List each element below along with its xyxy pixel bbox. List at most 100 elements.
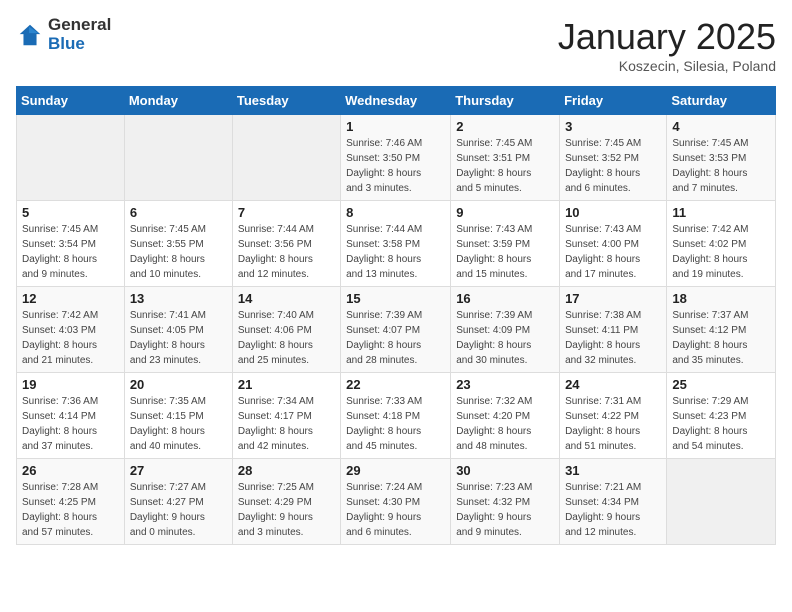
day-number: 6 — [130, 205, 227, 220]
day-cell: 30Sunrise: 7:23 AMSunset: 4:32 PMDayligh… — [451, 459, 560, 545]
day-number: 25 — [672, 377, 770, 392]
day-detail: Sunrise: 7:46 AMSunset: 3:50 PMDaylight:… — [346, 136, 445, 196]
day-cell: 1 Sunrise: 7:46 AMSunset: 3:50 PMDaylight… — [341, 115, 451, 201]
day-number: 4 — [672, 119, 770, 134]
header-thursday: Thursday — [451, 87, 560, 115]
day-detail: Sunrise: 7:40 AMSunset: 4:06 PMDaylight:… — [238, 308, 335, 368]
day-cell: 28 Sunrise: 7:25 AMSunset: 4:29 PMDayligh… — [232, 459, 340, 545]
day-detail: Sunrise: 7:39 AMSunset: 4:09 PMDaylight:… — [456, 308, 554, 368]
day-cell: 14Sunrise: 7:40 AMSunset: 4:06 PMDayligh… — [232, 287, 340, 373]
day-number: 12 — [22, 291, 119, 306]
day-detail: Sunrise: 7:42 AMSunset: 4:03 PMDaylight:… — [22, 308, 119, 368]
day-detail: Sunrise: 7:37 AMSunset: 4:12 PMDaylight:… — [672, 308, 770, 368]
day-detail: Sunrise: 7:44 AMSunset: 3:58 PMDaylight:… — [346, 222, 445, 282]
day-number: 20 — [130, 377, 227, 392]
day-cell: 9 Sunrise: 7:43 AMSunset: 3:59 PMDaylight… — [451, 201, 560, 287]
day-detail: Sunrise: 7:41 AMSunset: 4:05 PMDaylight:… — [130, 308, 227, 368]
day-cell: 22 Sunrise: 7:33 AMSunset: 4:18 PMDayligh… — [341, 373, 451, 459]
header-tuesday: Tuesday — [232, 87, 340, 115]
day-detail: Sunrise: 7:45 AMSunset: 3:52 PMDaylight:… — [565, 136, 661, 196]
day-detail: Sunrise: 7:36 AMSunset: 4:14 PMDaylight:… — [22, 394, 119, 454]
day-number: 30 — [456, 463, 554, 478]
day-cell: 15Sunrise: 7:39 AMSunset: 4:07 PMDayligh… — [341, 287, 451, 373]
day-number: 24 — [565, 377, 661, 392]
day-number: 27 — [130, 463, 227, 478]
day-cell: 13Sunrise: 7:41 AMSunset: 4:05 PMDayligh… — [124, 287, 232, 373]
day-cell: 7 Sunrise: 7:44 AMSunset: 3:56 PMDaylight… — [232, 201, 340, 287]
week-row-1: 1 Sunrise: 7:46 AMSunset: 3:50 PMDaylight… — [17, 115, 776, 201]
week-row-2: 5Sunrise: 7:45 AMSunset: 3:54 PMDaylight… — [17, 201, 776, 287]
day-cell: 16 Sunrise: 7:39 AMSunset: 4:09 PMDayligh… — [451, 287, 560, 373]
day-number: 8 — [346, 205, 445, 220]
day-detail: Sunrise: 7:45 AMSunset: 3:51 PMDaylight:… — [456, 136, 554, 196]
page-header: General Blue January 2025 Koszecin, Sile… — [16, 16, 776, 74]
day-detail: Sunrise: 7:44 AMSunset: 3:56 PMDaylight:… — [238, 222, 335, 282]
day-cell: 21Sunrise: 7:34 AMSunset: 4:17 PMDayligh… — [232, 373, 340, 459]
day-number: 28 — [238, 463, 335, 478]
day-cell: 3 Sunrise: 7:45 AMSunset: 3:52 PMDaylight… — [560, 115, 667, 201]
day-cell: 24 Sunrise: 7:31 AMSunset: 4:22 PMDayligh… — [560, 373, 667, 459]
day-number: 29 — [346, 463, 445, 478]
day-cell: 29 Sunrise: 7:24 AMSunset: 4:30 PMDayligh… — [341, 459, 451, 545]
day-number: 26 — [22, 463, 119, 478]
day-cell: 8 Sunrise: 7:44 AMSunset: 3:58 PMDaylight… — [341, 201, 451, 287]
day-cell: 17 Sunrise: 7:38 AMSunset: 4:11 PMDayligh… — [560, 287, 667, 373]
day-cell: 27Sunrise: 7:27 AMSunset: 4:27 PMDayligh… — [124, 459, 232, 545]
day-number: 19 — [22, 377, 119, 392]
header-friday: Friday — [560, 87, 667, 115]
calendar-header-row: SundayMondayTuesdayWednesdayThursdayFrid… — [17, 87, 776, 115]
day-cell: 23 Sunrise: 7:32 AMSunset: 4:20 PMDayligh… — [451, 373, 560, 459]
day-detail: Sunrise: 7:35 AMSunset: 4:15 PMDaylight:… — [130, 394, 227, 454]
day-detail: Sunrise: 7:32 AMSunset: 4:20 PMDaylight:… — [456, 394, 554, 454]
week-row-4: 19 Sunrise: 7:36 AMSunset: 4:14 PMDayligh… — [17, 373, 776, 459]
day-detail: Sunrise: 7:21 AMSunset: 4:34 PMDaylight:… — [565, 480, 661, 540]
header-saturday: Saturday — [667, 87, 776, 115]
day-number: 3 — [565, 119, 661, 134]
day-number: 16 — [456, 291, 554, 306]
calendar-table: SundayMondayTuesdayWednesdayThursdayFrid… — [16, 86, 776, 545]
logo-blue: Blue — [48, 35, 111, 54]
day-number: 1 — [346, 119, 445, 134]
logo-general: General — [48, 16, 111, 35]
calendar-title: January 2025 — [558, 16, 776, 58]
day-detail: Sunrise: 7:33 AMSunset: 4:18 PMDaylight:… — [346, 394, 445, 454]
title-block: January 2025 Koszecin, Silesia, Poland — [558, 16, 776, 74]
day-number: 22 — [346, 377, 445, 392]
day-cell — [667, 459, 776, 545]
day-number: 31 — [565, 463, 661, 478]
day-number: 17 — [565, 291, 661, 306]
day-cell: 19 Sunrise: 7:36 AMSunset: 4:14 PMDayligh… — [17, 373, 125, 459]
day-detail: Sunrise: 7:34 AMSunset: 4:17 PMDaylight:… — [238, 394, 335, 454]
day-cell: 25 Sunrise: 7:29 AMSunset: 4:23 PMDayligh… — [667, 373, 776, 459]
header-wednesday: Wednesday — [341, 87, 451, 115]
day-number: 11 — [672, 205, 770, 220]
header-sunday: Sunday — [17, 87, 125, 115]
day-detail: Sunrise: 7:45 AMSunset: 3:53 PMDaylight:… — [672, 136, 770, 196]
day-cell — [124, 115, 232, 201]
day-detail: Sunrise: 7:43 AMSunset: 3:59 PMDaylight:… — [456, 222, 554, 282]
day-cell: 12 Sunrise: 7:42 AMSunset: 4:03 PMDayligh… — [17, 287, 125, 373]
day-cell: 11Sunrise: 7:42 AMSunset: 4:02 PMDayligh… — [667, 201, 776, 287]
day-cell: 31 Sunrise: 7:21 AMSunset: 4:34 PMDayligh… — [560, 459, 667, 545]
day-detail: Sunrise: 7:38 AMSunset: 4:11 PMDaylight:… — [565, 308, 661, 368]
day-number: 7 — [238, 205, 335, 220]
day-number: 5 — [22, 205, 119, 220]
day-cell: 26 Sunrise: 7:28 AMSunset: 4:25 PMDayligh… — [17, 459, 125, 545]
day-number: 2 — [456, 119, 554, 134]
day-cell: 10 Sunrise: 7:43 AMSunset: 4:00 PMDayligh… — [560, 201, 667, 287]
calendar-subtitle: Koszecin, Silesia, Poland — [558, 58, 776, 74]
day-detail: Sunrise: 7:25 AMSunset: 4:29 PMDaylight:… — [238, 480, 335, 540]
day-detail: Sunrise: 7:43 AMSunset: 4:00 PMDaylight:… — [565, 222, 661, 282]
logo-icon — [16, 21, 44, 49]
day-number: 9 — [456, 205, 554, 220]
day-number: 23 — [456, 377, 554, 392]
day-number: 10 — [565, 205, 661, 220]
day-cell: 20 Sunrise: 7:35 AMSunset: 4:15 PMDayligh… — [124, 373, 232, 459]
day-cell: 4 Sunrise: 7:45 AMSunset: 3:53 PMDaylight… — [667, 115, 776, 201]
day-detail: Sunrise: 7:28 AMSunset: 4:25 PMDaylight:… — [22, 480, 119, 540]
logo: General Blue — [16, 16, 111, 53]
day-detail: Sunrise: 7:29 AMSunset: 4:23 PMDaylight:… — [672, 394, 770, 454]
day-detail: Sunrise: 7:45 AMSunset: 3:55 PMDaylight:… — [130, 222, 227, 282]
day-detail: Sunrise: 7:31 AMSunset: 4:22 PMDaylight:… — [565, 394, 661, 454]
day-detail: Sunrise: 7:24 AMSunset: 4:30 PMDaylight:… — [346, 480, 445, 540]
